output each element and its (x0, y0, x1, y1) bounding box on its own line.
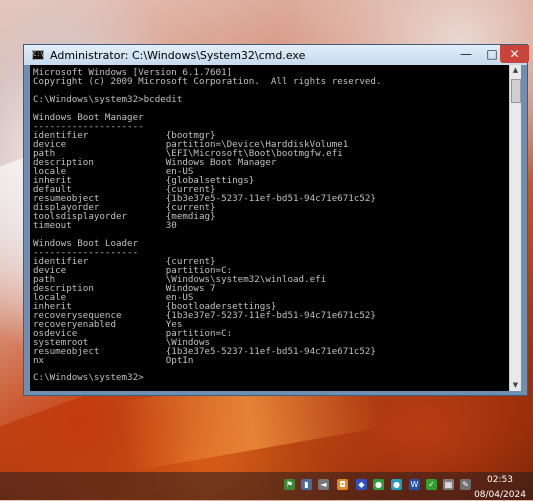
console-line: Copyright (c) 2009 Microsoft Corporation… (33, 75, 382, 87)
app-orange-icon[interactable]: ◘ (337, 479, 348, 490)
cmd-window[interactable]: C:\ Administrator: C:\Windows\System32\c… (23, 44, 529, 396)
vertical-scrollbar[interactable]: ▲ ▼ (509, 65, 521, 391)
clock[interactable]: 02:53 08/04/2024 (470, 475, 530, 501)
title-bar[interactable]: C:\ Administrator: C:\Windows\System32\c… (24, 45, 529, 65)
console-line: C:\Windows\system32> (33, 372, 144, 384)
clock-time: 02:53 (487, 475, 513, 485)
network-icon[interactable]: ▮ (301, 479, 312, 490)
app-grid-icon[interactable]: ▦ (443, 479, 454, 490)
app-green-icon[interactable]: ● (373, 479, 384, 490)
console-line: nx OptIn (33, 354, 194, 366)
scroll-down-arrow-icon[interactable]: ▼ (510, 380, 521, 391)
console-output[interactable]: Microsoft Windows [Version 6.1.7601] Cop… (30, 65, 515, 391)
app-w-icon[interactable]: W (409, 479, 420, 490)
minimize-button[interactable]: — (453, 45, 479, 63)
app-check-icon[interactable]: ✓ (426, 479, 437, 490)
app-cyan-icon[interactable]: ● (391, 479, 402, 490)
console-line: timeout 30 (33, 219, 177, 231)
console-text[interactable]: Microsoft Windows [Version 6.1.7601] Cop… (30, 65, 515, 384)
flag-icon[interactable]: ⚑ (284, 479, 295, 490)
scroll-thumb[interactable] (511, 79, 521, 103)
clock-date: 08/04/2024 (474, 490, 526, 500)
close-button[interactable]: ✕ (500, 45, 529, 63)
console-icon[interactable]: C:\ (32, 50, 44, 60)
app-blue-icon[interactable]: ◆ (356, 479, 367, 490)
scroll-up-arrow-icon[interactable]: ▲ (510, 65, 521, 76)
volume-icon[interactable]: ◄ (318, 479, 329, 490)
console-line: C:\Windows\system32>bcdedit (33, 93, 183, 105)
window-title: Administrator: C:\Windows\System32\cmd.e… (50, 49, 306, 62)
